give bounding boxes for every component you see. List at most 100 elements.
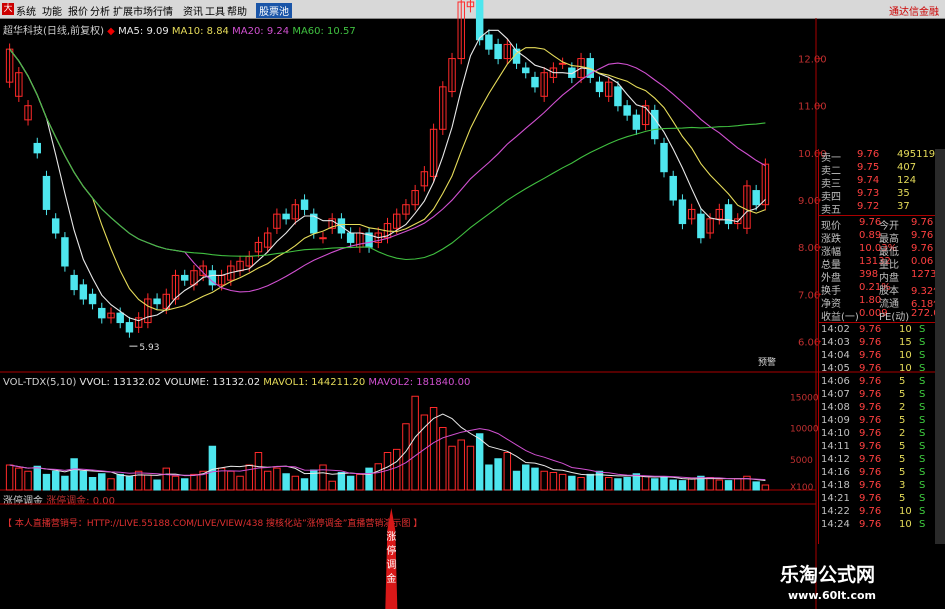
- volume-bar: [236, 475, 244, 491]
- vertical-scrollbar[interactable]: [935, 149, 945, 544]
- volume-bar: [623, 477, 631, 491]
- volume-bar: [79, 470, 88, 491]
- limit-up-label: 调: [386, 559, 396, 571]
- tick-row: 14:16 9.76 5 S: [819, 467, 935, 480]
- volume-axis-label: 5000: [790, 456, 813, 466]
- candle: [181, 274, 189, 281]
- candle: [614, 86, 622, 107]
- candle: [531, 76, 539, 88]
- volume-bar: [540, 470, 548, 491]
- stat-row: 现价 9.76 今开 9.76: [819, 217, 935, 232]
- tick-price: 9.76: [859, 493, 882, 504]
- stat-value: 9.76: [911, 217, 934, 228]
- tick-row: 14:08 9.76 2 S: [819, 402, 935, 415]
- candle: [33, 142, 41, 154]
- tick-price: 9.76: [859, 519, 882, 530]
- ask-row: 卖四 9.73 35: [819, 188, 935, 203]
- watermark-url: www.60lt.com: [788, 589, 877, 602]
- tick-volume: 2: [899, 428, 906, 439]
- volume-bar: [125, 475, 134, 491]
- tick-row: 14:07 9.76 5 S: [819, 389, 935, 402]
- stat-row: 涨跌 0.89 最高 9.76: [819, 230, 935, 245]
- tick-time: 14:16: [821, 467, 850, 478]
- candle: [475, 0, 484, 41]
- volume-bar: [558, 473, 567, 491]
- tick-price: 9.76: [859, 363, 882, 374]
- price-axis-label: 6.00: [798, 337, 820, 348]
- volume-bar: [614, 478, 622, 491]
- tick-row: 14:03 9.76 15 S: [819, 337, 935, 350]
- volume-bar: [134, 470, 143, 491]
- tick-volume: 15: [899, 337, 912, 348]
- candle: [522, 67, 530, 74]
- alert-badge: 预警: [758, 356, 776, 368]
- volume-bar: [374, 463, 383, 491]
- tick-volume: 10: [899, 519, 912, 530]
- price-axis-label: 8.00: [798, 243, 820, 254]
- tick-price: 9.76: [859, 324, 882, 335]
- tick-volume: 5: [899, 493, 906, 504]
- candle: [153, 298, 161, 305]
- volume-bar: [144, 474, 152, 491]
- tick-price: 9.76: [859, 454, 882, 465]
- candle: [595, 81, 604, 93]
- candle: [558, 62, 567, 65]
- tick-time: 14:24: [821, 519, 850, 530]
- stat-row: 外盘 398 内盘 12734: [819, 269, 943, 284]
- volume-bar: [263, 470, 272, 491]
- candle: [346, 232, 355, 243]
- price-axis-label: 11.00: [798, 102, 827, 113]
- ask-volume: 37: [897, 201, 910, 212]
- volume-bar: [577, 477, 585, 491]
- candle: [42, 175, 51, 210]
- tick-row: 14:24 9.76 10 S: [819, 519, 935, 532]
- volume-bar: [429, 407, 438, 491]
- tick-time: 14:22: [821, 506, 850, 517]
- volume-bar: [42, 473, 51, 491]
- volume-bar: [227, 470, 235, 491]
- ask-volume: 495119: [897, 149, 936, 160]
- volume-bar: [61, 475, 69, 491]
- tick-row: 14:21 9.76 5 S: [819, 493, 935, 506]
- volume-bar: [660, 477, 668, 491]
- candle: [623, 105, 631, 116]
- stat-row: 换手 0.21% 股本 9.32亿: [819, 282, 943, 297]
- tick-side: S: [919, 428, 926, 439]
- volume-bar: [273, 467, 281, 491]
- volume-bar: [457, 439, 465, 491]
- candle: [494, 43, 502, 60]
- volume-bar: [70, 458, 78, 491]
- candle: [651, 109, 659, 140]
- stat-value: 1.80: [859, 295, 882, 306]
- stat-row: 收益(一) 0.009 PE(动) 272.0: [819, 308, 940, 323]
- candle: [125, 322, 134, 333]
- ask-row: 卖五 9.72 37: [819, 201, 935, 216]
- tick-volume: 5: [899, 441, 906, 452]
- stat-row: 总量 13132 量比 0.06: [819, 256, 935, 271]
- chart-canvas: 12.0011.0010.009.008.007.006.0014.895.93…: [0, 0, 945, 609]
- stat-row: 净资 1.80 流通 6.18亿: [819, 295, 943, 310]
- volume-bar: [512, 470, 521, 491]
- volume-bar: [522, 464, 530, 491]
- volume-bar: [715, 479, 724, 491]
- ma10-line: [9, 47, 766, 311]
- tick-side: S: [919, 441, 926, 452]
- stat-value: 398: [859, 269, 879, 280]
- tick-volume: 10: [899, 350, 912, 361]
- tick-volume: 3: [899, 480, 906, 491]
- tick-time: 14:05: [821, 363, 850, 374]
- volume-bar: [346, 475, 355, 491]
- tick-side: S: [919, 350, 926, 361]
- candle: [669, 175, 677, 201]
- volume-bar: [337, 472, 346, 491]
- volume-axis-label: 10000: [790, 425, 819, 435]
- stat-value: 9.76: [859, 217, 882, 228]
- volume-bar: [98, 473, 106, 491]
- volume-bar: [15, 467, 23, 491]
- volume-bar: [254, 452, 263, 491]
- volume-bar: [466, 445, 475, 491]
- volume-bar: [420, 414, 429, 491]
- volume-bar: [604, 477, 613, 491]
- tick-side: S: [919, 519, 926, 530]
- tick-price: 9.76: [859, 428, 882, 439]
